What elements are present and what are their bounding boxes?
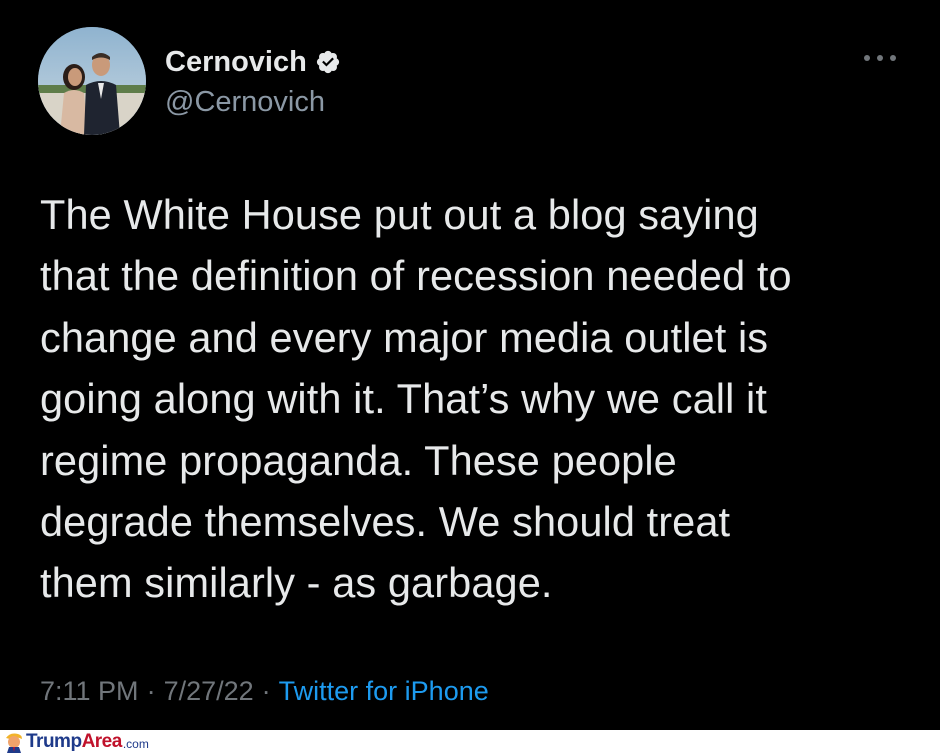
- author-name-row: Cernovich: [165, 44, 341, 80]
- tweet-source-link[interactable]: Twitter for iPhone: [279, 676, 489, 706]
- more-dot-icon: [864, 55, 870, 61]
- avatar[interactable]: [38, 27, 146, 135]
- tweet-metadata: 7:11 PM · 7/27/22 · Twitter for iPhone: [40, 672, 489, 710]
- more-horizontal-icon[interactable]: [864, 52, 896, 64]
- watermark-brand-tld: .com: [122, 736, 149, 751]
- watermark-brand: Trump Area .com: [2, 731, 149, 753]
- tweet-card: Cernovich @Cernovich The White House put…: [0, 0, 940, 730]
- watermark-brand-trump: Trump: [26, 731, 82, 752]
- tweet-text: The White House put out a blog saying th…: [40, 191, 792, 607]
- trump-caricature-icon: [6, 733, 22, 753]
- tweet-date[interactable]: 7/27/22: [164, 676, 254, 706]
- meta-separator: ·: [146, 676, 156, 706]
- author-handle[interactable]: @Cernovich: [165, 84, 325, 120]
- verified-badge-icon: [315, 49, 341, 75]
- meta-separator: ·: [261, 676, 271, 706]
- profile-photo-avatar-icon: [38, 27, 146, 135]
- author-display-name[interactable]: Cernovich: [165, 44, 307, 80]
- more-dot-icon: [890, 55, 896, 61]
- tweet-time[interactable]: 7:11 PM: [40, 676, 139, 706]
- watermark-brand-area: Area: [81, 731, 123, 752]
- watermark-bar: Trump Area .com: [0, 730, 940, 754]
- more-dot-icon: [877, 55, 883, 61]
